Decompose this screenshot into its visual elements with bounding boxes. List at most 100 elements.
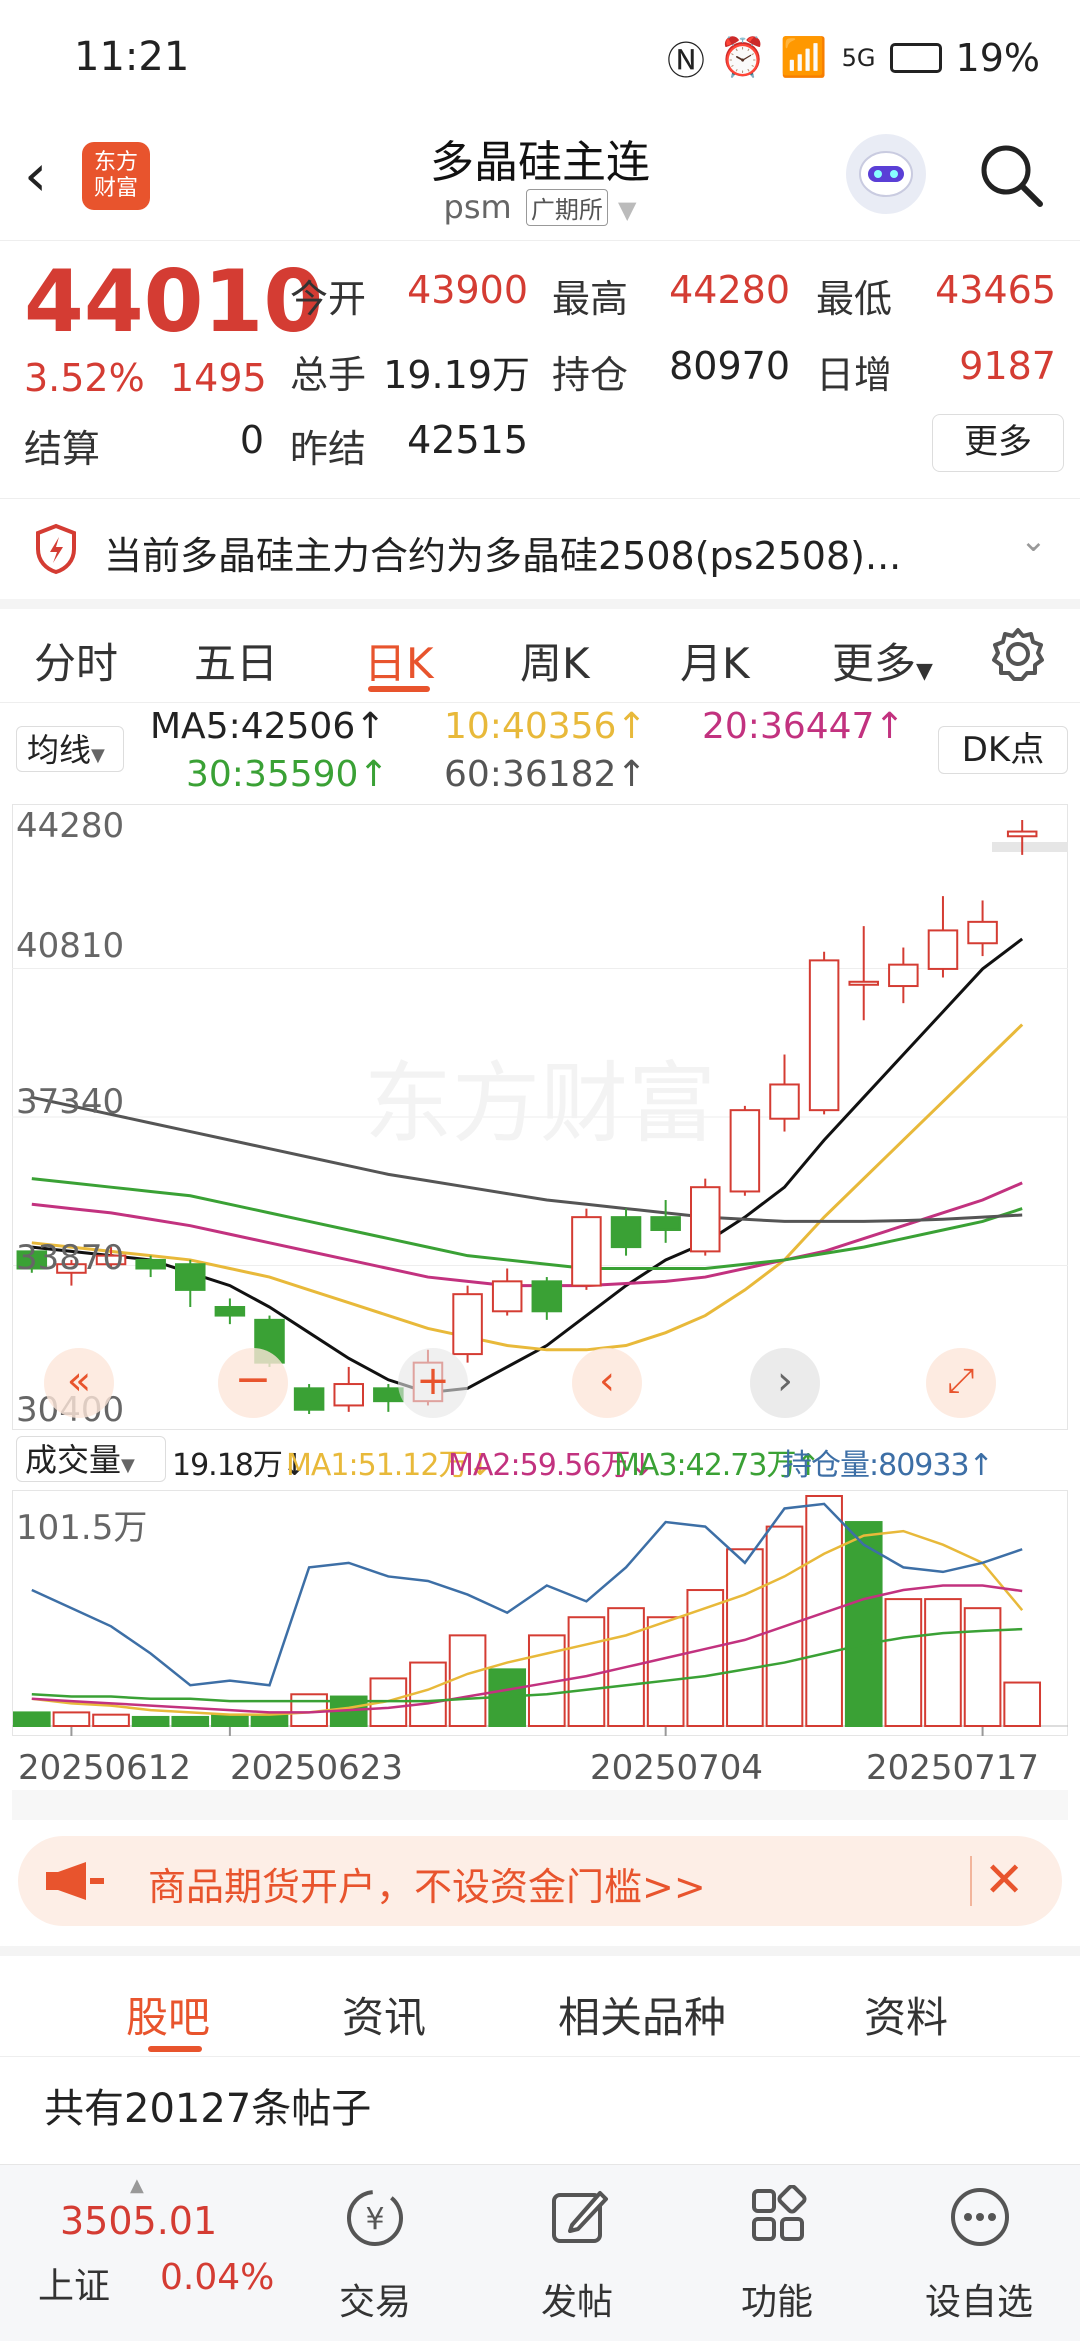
chevron-down-icon: ▼ bbox=[618, 196, 637, 224]
y-tick-label: 37340 bbox=[16, 1082, 125, 1122]
low-label: 最低 bbox=[816, 277, 893, 321]
x-tick-label: 20250612 bbox=[18, 1748, 192, 1788]
scroll-left-icon[interactable]: ‹ bbox=[572, 1348, 642, 1418]
chevron-down-icon[interactable]: ⌄ bbox=[1020, 521, 1047, 559]
gear-icon[interactable] bbox=[990, 626, 1046, 682]
index-value[interactable]: 3505.01 bbox=[60, 2199, 217, 2243]
kline-chart[interactable]: 东方财富 bbox=[12, 804, 1068, 1430]
open-label: 今开 bbox=[290, 277, 367, 321]
nav-functions-label: 功能 bbox=[740, 2282, 813, 2323]
tab-more-label: 更多 bbox=[832, 639, 917, 688]
svg-text:¥: ¥ bbox=[365, 2202, 384, 2237]
tab-weekly-k[interactable]: 周K bbox=[520, 630, 590, 691]
candle bbox=[452, 1285, 483, 1363]
tab-wuri[interactable]: 五日 bbox=[194, 630, 278, 691]
network-label: 5G bbox=[841, 43, 876, 72]
search-icon[interactable] bbox=[976, 140, 1048, 212]
close-icon[interactable]: ✕ bbox=[984, 1852, 1024, 1908]
contract-notice[interactable]: 当前多晶硅主力合约为多晶硅2508(ps2508)... ⌄ bbox=[0, 498, 1080, 609]
indicator-select-label: 均线 bbox=[27, 731, 92, 769]
promo-banner[interactable]: 商品期货开户，不设资金门槛>> ✕ bbox=[18, 1836, 1062, 1926]
open-value: 43900 bbox=[407, 268, 528, 312]
caret-down-icon: ▼ bbox=[121, 1455, 135, 1476]
volume-bar bbox=[924, 1598, 962, 1727]
status-bar: 11:21 Ⓝ ⏰ 📶 5G 19% bbox=[0, 0, 1080, 110]
volume-bar bbox=[448, 1634, 487, 1727]
candle bbox=[293, 1384, 325, 1414]
megaphone-icon bbox=[46, 1862, 104, 1900]
y-tick-label: 33870 bbox=[16, 1238, 125, 1278]
last-price: 44010 bbox=[24, 252, 324, 352]
tab-profile[interactable]: 资料 bbox=[864, 1984, 948, 2045]
tab-related[interactable]: 相关品种 bbox=[558, 1984, 726, 2045]
watermark: 东方财富 bbox=[364, 1052, 716, 1155]
indicator-select[interactable]: 均线▼ bbox=[16, 726, 124, 772]
low-value: 43465 bbox=[935, 268, 1056, 312]
banner-divider bbox=[970, 1856, 972, 1906]
nfc-icon: Ⓝ bbox=[666, 39, 705, 83]
tab-daily-k[interactable]: 日K bbox=[364, 630, 434, 691]
period-tabs: 分时 五日 日K 周K 月K 更多▼ bbox=[0, 610, 1080, 703]
tab-underline bbox=[148, 2046, 202, 2052]
volume-bar bbox=[805, 1495, 843, 1727]
tab-guba[interactable]: 股吧 bbox=[126, 1984, 210, 2045]
ma10-value: 10:40356↑ bbox=[444, 706, 647, 747]
more-quote-button[interactable]: 更多 bbox=[932, 414, 1064, 472]
alarm-icon: ⏰ bbox=[719, 35, 767, 79]
candle bbox=[571, 1208, 602, 1290]
open-interest: 持仓量:80933↑ bbox=[782, 1448, 994, 1483]
settle-value: 0 bbox=[239, 418, 264, 462]
x-tick-label: 20250704 bbox=[590, 1748, 764, 1788]
volume-indicator-select[interactable]: 成交量▼ bbox=[16, 1436, 166, 1482]
tab-more[interactable]: 更多▼ bbox=[832, 630, 933, 691]
daily-inc-value: 9187 bbox=[959, 344, 1056, 388]
nav-add-watchlist[interactable]: 设自选 bbox=[904, 2165, 1054, 2341]
volume-bar bbox=[131, 1715, 170, 1727]
volume-chart[interactable] bbox=[12, 1490, 1068, 1736]
prev-settle-label: 昨结 bbox=[290, 427, 367, 471]
battery-percent: 19% bbox=[955, 35, 1040, 80]
volume-max-label: 101.5万 bbox=[16, 1508, 148, 1548]
zoom-in-icon[interactable]: + bbox=[398, 1348, 468, 1418]
status-time: 11:21 bbox=[74, 34, 190, 80]
tab-fenshi[interactable]: 分时 bbox=[34, 630, 118, 691]
index-name: 上证 bbox=[38, 2266, 111, 2307]
fullscreen-icon[interactable]: ⤢ bbox=[926, 1348, 996, 1418]
price-marker bbox=[992, 842, 1068, 852]
high-label: 最高 bbox=[552, 277, 629, 321]
y-tick-label: 40810 bbox=[16, 926, 125, 966]
ma60-value: 60:36182↑ bbox=[444, 754, 647, 795]
nav-functions[interactable]: 功能 bbox=[702, 2165, 852, 2341]
content-tabs: 股吧 资讯 相关品种 资料 bbox=[0, 1946, 1080, 2057]
change-amount: 1495 bbox=[170, 356, 267, 400]
tab-news[interactable]: 资讯 bbox=[342, 1984, 426, 2045]
assistant-avatar[interactable] bbox=[846, 134, 926, 214]
trade-yen-icon: ¥ bbox=[347, 2190, 403, 2246]
volume-bar bbox=[52, 1711, 91, 1728]
nav-post[interactable]: 发帖 bbox=[502, 2165, 652, 2341]
bottom-nav: 3505.01 ▲ 上证 0.04% ¥ 交易 发帖 功能 设自选 bbox=[0, 2164, 1080, 2341]
tab-underline bbox=[368, 686, 430, 692]
nav-trade[interactable]: ¥ 交易 bbox=[300, 2165, 450, 2341]
robot-icon bbox=[859, 151, 913, 197]
nav-post-label: 发帖 bbox=[540, 2282, 613, 2323]
change-percent: 3.52% bbox=[24, 356, 145, 400]
chart-scroll-strip[interactable] bbox=[12, 1790, 1068, 1820]
index-percent: 0.04% bbox=[160, 2257, 275, 2298]
volume-bar bbox=[963, 1607, 1002, 1727]
volume-bar bbox=[884, 1598, 923, 1727]
caret-down-icon: ▼ bbox=[91, 745, 105, 766]
wifi-icon: 📶 bbox=[780, 35, 828, 79]
oi-value: 80970 bbox=[669, 344, 790, 388]
settle-label: 结算 bbox=[24, 427, 101, 471]
nav-trade-label: 交易 bbox=[338, 2282, 411, 2323]
scroll-left-fast-icon[interactable]: « bbox=[44, 1348, 114, 1418]
more-dots-icon bbox=[951, 2188, 1009, 2246]
scroll-right-icon[interactable]: › bbox=[750, 1348, 820, 1418]
edit-icon bbox=[552, 2191, 608, 2243]
ma20-value: 20:36447↑ bbox=[702, 706, 905, 747]
dk-point-button[interactable]: DK点 bbox=[938, 726, 1068, 774]
tab-monthly-k[interactable]: 月K bbox=[680, 630, 750, 691]
zoom-out-icon[interactable]: − bbox=[218, 1348, 288, 1418]
grid-icon bbox=[752, 2185, 807, 2241]
